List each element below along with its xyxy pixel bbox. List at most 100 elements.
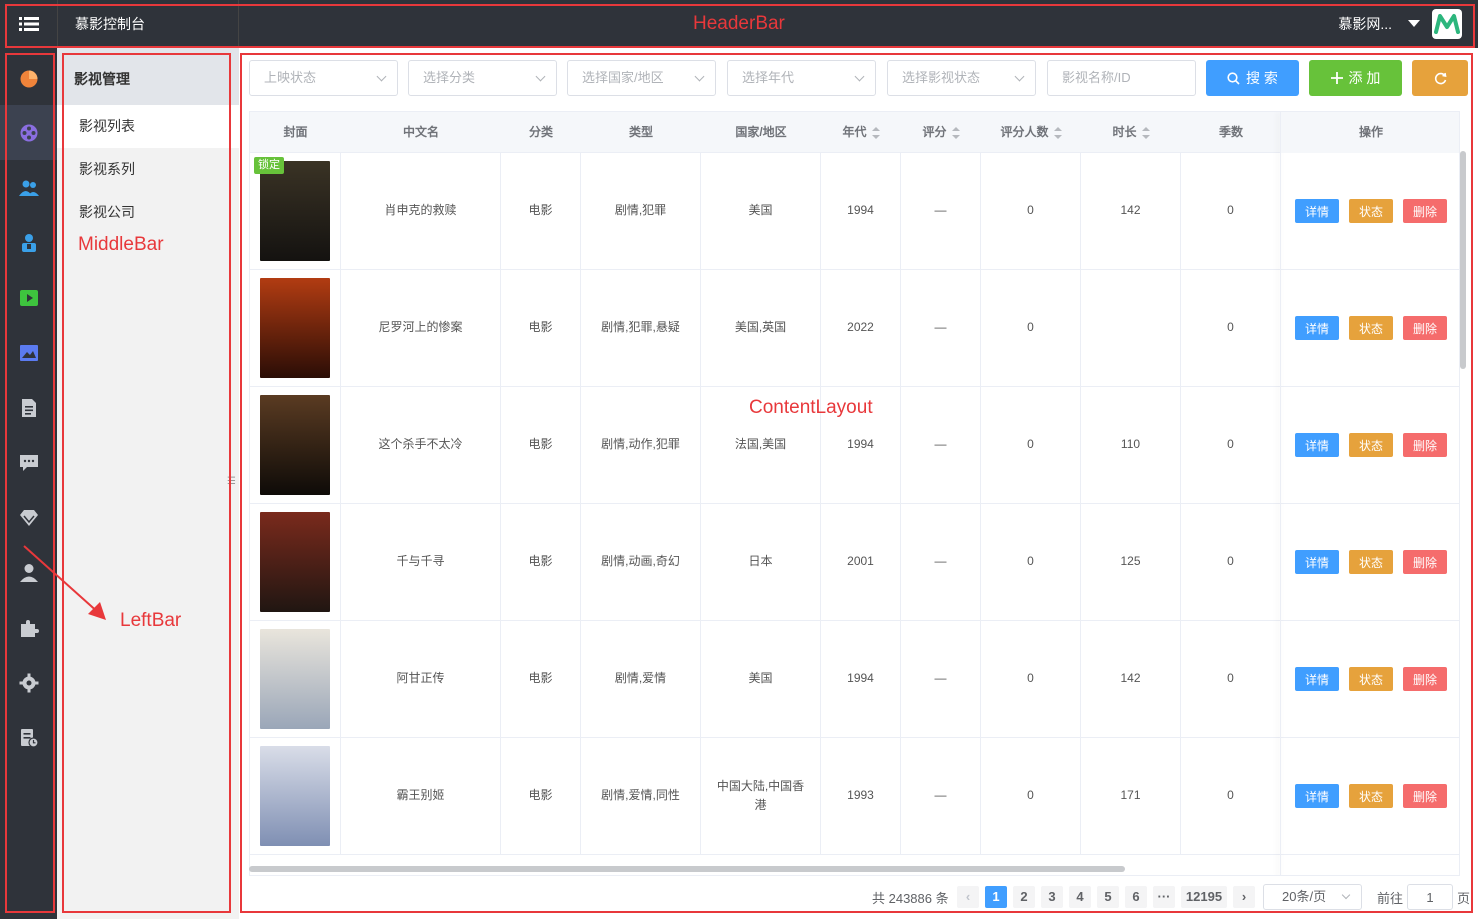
delete-button[interactable]: 删除 bbox=[1403, 667, 1447, 691]
page-3-button[interactable]: 3 bbox=[1041, 886, 1063, 908]
nav-staff[interactable] bbox=[0, 215, 57, 270]
decade-select[interactable]: 选择年代 bbox=[727, 60, 876, 96]
column-header-duration[interactable]: 时长 bbox=[1081, 112, 1181, 153]
genre-cell: 剧情,爱情 bbox=[581, 621, 701, 737]
genre-cell: 剧情,动画,奇幻 bbox=[581, 504, 701, 620]
left-bar bbox=[0, 48, 57, 919]
delete-button[interactable]: 删除 bbox=[1403, 433, 1447, 457]
plugin-icon bbox=[20, 619, 39, 637]
year-cell: 2022 bbox=[821, 270, 901, 386]
film-status-select[interactable]: 选择影视状态 bbox=[887, 60, 1036, 96]
user-name[interactable]: 慕影网... bbox=[1338, 0, 1392, 48]
nav-film[interactable] bbox=[0, 105, 57, 160]
poster-image[interactable] bbox=[260, 512, 330, 612]
page-5-button[interactable]: 5 bbox=[1097, 886, 1119, 908]
last-page-button[interactable]: 12195 bbox=[1181, 886, 1227, 908]
refresh-button[interactable] bbox=[1412, 60, 1468, 96]
detail-button[interactable]: 详情 bbox=[1295, 433, 1339, 457]
page-6-button[interactable]: 6 bbox=[1125, 886, 1147, 908]
rating-count-cell: 0 bbox=[981, 270, 1081, 386]
category-cell: 电影 bbox=[501, 153, 581, 269]
users-icon bbox=[18, 180, 39, 196]
status-button[interactable]: 状态 bbox=[1349, 199, 1393, 223]
menu-item-film-company[interactable]: 影视公司 bbox=[57, 191, 239, 234]
nav-users[interactable] bbox=[0, 160, 57, 215]
column-header-rating[interactable]: 评分 bbox=[901, 112, 981, 153]
nav-comments[interactable] bbox=[0, 435, 57, 490]
duration-cell: 171 bbox=[1081, 738, 1181, 854]
detail-button[interactable]: 详情 bbox=[1295, 316, 1339, 340]
nav-logs[interactable] bbox=[0, 710, 57, 765]
menu-toggle-button[interactable] bbox=[0, 0, 57, 48]
more-pages-button[interactable]: ··· bbox=[1153, 886, 1175, 908]
release-status-select[interactable]: 上映状态 bbox=[249, 60, 398, 96]
delete-button[interactable]: 删除 bbox=[1403, 784, 1447, 808]
nav-video[interactable] bbox=[0, 270, 57, 325]
delete-button[interactable]: 删除 bbox=[1403, 550, 1447, 574]
nav-dashboard[interactable] bbox=[0, 51, 57, 106]
detail-button[interactable]: 详情 bbox=[1295, 199, 1339, 223]
detail-button[interactable]: 详情 bbox=[1295, 550, 1339, 574]
rating-count-cell: 0 bbox=[981, 621, 1081, 737]
next-page-button[interactable]: › bbox=[1233, 886, 1255, 908]
cover-cell: 锁定 bbox=[250, 153, 341, 269]
search-button[interactable]: 搜 索 bbox=[1206, 60, 1299, 96]
column-header-actions: 操作 bbox=[1281, 112, 1459, 153]
nav-settings[interactable] bbox=[0, 655, 57, 710]
column-header-year[interactable]: 年代 bbox=[821, 112, 901, 153]
table-row: 霸王别姬 电影 剧情,爱情,同性 中国大陆,中国香港 1993—0 171 0 详情 状态 删除 bbox=[250, 738, 1459, 855]
name-search-input[interactable]: 影视名称/ID bbox=[1047, 60, 1196, 96]
menu-item-film-list[interactable]: 影视列表 bbox=[57, 105, 239, 148]
category-cell: 电影 bbox=[501, 387, 581, 503]
year-cell: 2001 bbox=[821, 504, 901, 620]
category-select[interactable]: 选择分类 bbox=[408, 60, 557, 96]
page-size-select[interactable]: 20条/页 bbox=[1263, 884, 1362, 910]
poster-image[interactable] bbox=[260, 161, 330, 261]
vertical-scrollbar[interactable] bbox=[1460, 151, 1466, 369]
caret-down-icon[interactable] bbox=[1408, 20, 1420, 27]
poster-image[interactable] bbox=[260, 395, 330, 495]
status-button[interactable]: 状态 bbox=[1349, 667, 1393, 691]
page-2-button[interactable]: 2 bbox=[1013, 886, 1035, 908]
fixed-column-divider bbox=[1280, 112, 1281, 875]
status-button[interactable]: 状态 bbox=[1349, 550, 1393, 574]
detail-button[interactable]: 详情 bbox=[1295, 667, 1339, 691]
actions-cell: 详情 状态 删除 bbox=[1281, 153, 1459, 269]
add-button-label: 添 加 bbox=[1348, 70, 1381, 86]
poster-image[interactable] bbox=[260, 278, 330, 378]
prev-page-button[interactable]: ‹ bbox=[957, 886, 979, 908]
nav-vip[interactable] bbox=[0, 490, 57, 545]
column-header-rating-count[interactable]: 评分人数 bbox=[981, 112, 1081, 153]
detail-button[interactable]: 详情 bbox=[1295, 784, 1339, 808]
delete-button[interactable]: 删除 bbox=[1403, 199, 1447, 223]
status-button[interactable]: 状态 bbox=[1349, 433, 1393, 457]
menu-item-film-series[interactable]: 影视系列 bbox=[57, 148, 239, 191]
poster-image[interactable] bbox=[260, 629, 330, 729]
country-select[interactable]: 选择国家/地区 bbox=[567, 60, 716, 96]
nav-image[interactable] bbox=[0, 325, 57, 380]
plus-icon bbox=[1330, 72, 1343, 84]
delete-button[interactable]: 删除 bbox=[1403, 316, 1447, 340]
status-button[interactable]: 状态 bbox=[1349, 316, 1393, 340]
diamond-icon bbox=[19, 509, 38, 526]
settings-icon bbox=[19, 673, 38, 692]
middle-bar: 影视管理 影视列表 影视系列 影视公司 bbox=[57, 48, 239, 919]
status-button[interactable]: 状态 bbox=[1349, 784, 1393, 808]
middle-bar-title: 影视管理 bbox=[74, 71, 130, 87]
year-cell: 1994 bbox=[821, 621, 901, 737]
add-button[interactable]: 添 加 bbox=[1309, 60, 1402, 96]
year-cell: 1994 bbox=[821, 153, 901, 269]
page-4-button[interactable]: 4 bbox=[1069, 886, 1091, 908]
seasons-cell: 0 bbox=[1181, 270, 1281, 386]
nav-user[interactable] bbox=[0, 545, 57, 600]
video-play-icon bbox=[19, 289, 38, 306]
nav-plugins[interactable] bbox=[0, 600, 57, 655]
goto-page-input[interactable] bbox=[1407, 884, 1453, 910]
poster-image[interactable] bbox=[260, 746, 330, 846]
rating-count-cell: 0 bbox=[981, 504, 1081, 620]
drag-handle-icon[interactable]: ☰ bbox=[227, 476, 236, 487]
nav-document[interactable] bbox=[0, 380, 57, 435]
horizontal-scrollbar[interactable] bbox=[249, 866, 1125, 872]
page-1-button[interactable]: 1 bbox=[985, 886, 1007, 908]
column-header-year-label: 年代 bbox=[842, 125, 867, 139]
